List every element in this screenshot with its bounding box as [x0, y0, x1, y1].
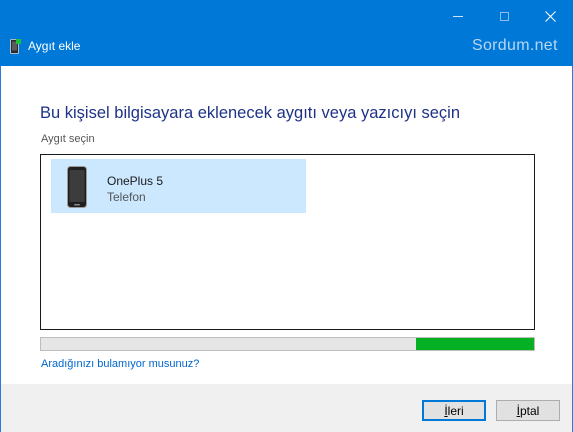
search-progress-bar [40, 337, 535, 351]
minimize-icon [453, 15, 463, 17]
cancel-label: ptal [519, 403, 540, 418]
window-title: Aygıt ekle [28, 39, 81, 53]
title-bar[interactable]: Aygıt ekle Sordum.net [0, 0, 573, 66]
minimize-button[interactable] [435, 0, 481, 32]
close-icon [544, 10, 556, 22]
device-type: Telefon [107, 190, 146, 204]
next-button[interactable]: İleri [422, 400, 486, 421]
next-label: leri [447, 403, 464, 418]
device-list-label: Aygıt seçin [41, 133, 95, 145]
device-name: OnePlus 5 [107, 174, 164, 188]
cancel-button[interactable]: İptal [496, 400, 560, 421]
device-item-oneplus-5[interactable]: OnePlus 5 Telefon [51, 159, 306, 213]
watermark: Sordum.net [472, 37, 558, 54]
close-button[interactable] [527, 0, 573, 32]
device-add-icon [10, 39, 21, 54]
maximize-icon [499, 11, 509, 21]
maximize-button[interactable] [481, 0, 527, 32]
page-title: Bu kişisel bilgisayara eklenecek aygıtı … [40, 104, 461, 122]
progress-indicator [415, 338, 534, 350]
add-device-window: Aygıt ekle Sordum.net Bu kişisel bilgisa… [0, 0, 573, 432]
phone-icon [67, 166, 87, 208]
device-list[interactable]: OnePlus 5 Telefon [40, 154, 535, 330]
cant-find-device-link[interactable]: Aradığınızı bulamıyor musunuz? [41, 358, 199, 370]
footer-bar: İleri İptal [1, 384, 572, 432]
